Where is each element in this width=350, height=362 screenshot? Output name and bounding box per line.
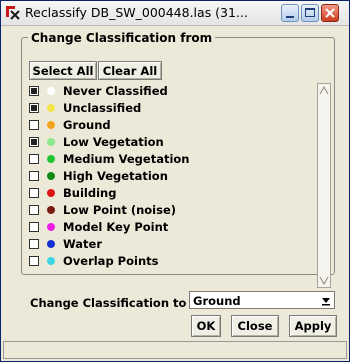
class-label: Unclassified <box>63 101 142 115</box>
class-checkbox[interactable] <box>29 188 39 198</box>
list-item[interactable]: Overlap Points <box>29 253 309 269</box>
window-title: Reclassify DB_SW_000448.las (31... <box>25 5 248 20</box>
class-checkbox[interactable] <box>29 256 39 266</box>
class-color-dot <box>47 257 55 265</box>
clear-all-button[interactable]: Clear All <box>98 61 162 80</box>
maximize-button[interactable] <box>301 4 319 22</box>
class-color-dot <box>47 206 55 214</box>
class-label: Low Vegetation <box>63 135 164 149</box>
list-item[interactable]: Never Classified <box>29 83 309 99</box>
target-classification-select[interactable]: Ground <box>189 291 335 309</box>
title-bar[interactable]: Reclassify DB_SW_000448.las (31... <box>1 1 349 26</box>
close-window-button[interactable] <box>321 4 339 22</box>
class-checkbox[interactable] <box>29 86 39 96</box>
class-label: Medium Vegetation <box>63 152 190 166</box>
ok-button[interactable]: OK <box>191 315 221 337</box>
list-item[interactable]: Water <box>29 236 309 252</box>
list-item[interactable]: Unclassified <box>29 100 309 116</box>
scroll-up-icon[interactable] <box>318 84 330 98</box>
class-color-dot <box>47 189 55 197</box>
class-color-dot <box>47 87 55 95</box>
scroll-down-icon[interactable] <box>318 273 330 287</box>
apply-button[interactable]: Apply <box>289 315 337 337</box>
close-button[interactable]: Close <box>231 315 279 337</box>
reclassify-dialog: Reclassify DB_SW_000448.las (31... Chang… <box>0 0 350 362</box>
class-label: Building <box>63 186 117 200</box>
class-label: Overlap Points <box>63 254 159 268</box>
list-item[interactable]: Low Point (noise) <box>29 202 309 218</box>
maximize-icon <box>305 8 315 17</box>
class-checkbox[interactable] <box>29 154 39 164</box>
class-checkbox[interactable] <box>29 137 39 147</box>
class-checkbox[interactable] <box>29 103 39 113</box>
list-item[interactable]: Model Key Point <box>29 219 309 235</box>
class-color-dot <box>47 121 55 129</box>
class-checkbox[interactable] <box>29 205 39 215</box>
class-label: Model Key Point <box>63 220 169 234</box>
minimize-button[interactable] <box>281 4 299 22</box>
class-label: Never Classified <box>63 84 168 98</box>
class-color-dot <box>47 172 55 180</box>
class-checkbox[interactable] <box>29 222 39 232</box>
class-color-dot <box>47 240 55 248</box>
target-classification-value: Ground <box>193 294 241 308</box>
list-item[interactable]: Medium Vegetation <box>29 151 309 167</box>
list-item[interactable]: Low Vegetation <box>29 134 309 150</box>
app-icon <box>6 6 20 20</box>
list-item[interactable]: Ground <box>29 117 309 133</box>
class-color-dot <box>47 223 55 231</box>
class-label: Low Point (noise) <box>63 203 177 217</box>
class-color-dot <box>47 155 55 163</box>
list-item[interactable]: High Vegetation <box>29 168 309 184</box>
class-color-dot <box>47 138 55 146</box>
list-scrollbar[interactable] <box>317 83 331 288</box>
select-all-button[interactable]: Select All <box>29 61 97 80</box>
class-checkbox[interactable] <box>29 120 39 130</box>
status-bar <box>3 341 347 359</box>
group-legend: Change Classification from <box>28 31 216 45</box>
chevron-down-icon[interactable] <box>320 294 332 306</box>
classification-list: Never Classified Unclassified Ground Low… <box>29 83 333 288</box>
minimize-icon <box>286 16 294 18</box>
class-label: Water <box>63 237 103 251</box>
class-checkbox[interactable] <box>29 171 39 181</box>
class-color-dot <box>47 104 55 112</box>
class-checkbox[interactable] <box>29 239 39 249</box>
class-label: High Vegetation <box>63 169 168 183</box>
list-item[interactable]: Building <box>29 185 309 201</box>
class-label: Ground <box>63 118 111 132</box>
change-classification-to-label: Change Classification to <box>30 296 187 310</box>
close-icon <box>325 8 335 18</box>
